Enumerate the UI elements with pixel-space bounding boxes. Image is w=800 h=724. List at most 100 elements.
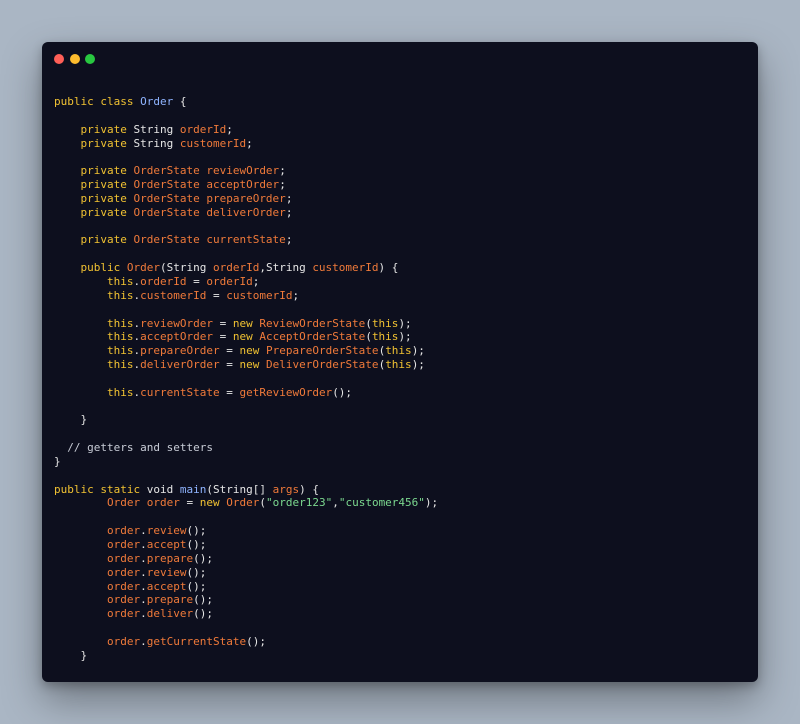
code-token: DeliverOrderState [265,358,379,372]
code-token: OrderState currentState [133,233,286,247]
code-token: orderId [206,274,253,288]
code-token: } [54,454,61,468]
code-token: this [106,274,134,288]
code-line: } [54,413,438,427]
code-token: private [80,136,134,150]
code-token: (); [193,607,213,621]
code-token: private [80,178,134,192]
code-token: ); [398,316,412,330]
code-token: Order order [106,496,180,510]
code-token: private [80,191,134,205]
code-token: OrderState acceptOrder [133,178,280,192]
code-token: prepare [146,551,194,565]
code-line: private OrderState acceptOrder; [54,178,438,192]
code-token: = [212,316,233,330]
code-token: getCurrentState [146,634,247,648]
code-token: = [219,344,240,358]
code-line: order.prepare(); [54,593,438,607]
code-line: order.accept(); [54,580,438,594]
code-token: = [219,385,240,399]
code-token: public [80,261,127,275]
code-token: customerId [226,288,293,302]
code-line: order.getCurrentState(); [54,635,438,649]
code-token: . [140,607,147,621]
code-token: PrepareOrderState [265,344,379,358]
code-token: ( [365,316,372,330]
code-token: } [54,413,88,427]
code-token: ); [424,496,439,510]
code-token: new [239,344,266,358]
code-token: private [80,205,134,219]
code-line: public static void main(String[] args) { [54,483,438,497]
code-token: new [239,358,266,372]
code-token: = [186,274,207,288]
code-token: ; [285,191,293,205]
code-token: orderId [179,122,227,136]
code-line: this.customerId = customerId; [54,289,438,303]
code-token: ; [285,233,293,247]
code-token: = [179,496,200,510]
code-line: public Order(String orderId,String custo… [54,261,438,275]
close-button[interactable] [54,54,64,64]
code-token: } [54,648,88,662]
code-token: . [140,579,147,593]
code-token: { [173,95,187,108]
code-line: public class Order { [54,95,438,109]
code-token: this [106,358,134,372]
code-token: order [106,538,141,551]
code-token: . [140,565,147,579]
code-token: public static [54,482,147,496]
code-token: ; [279,178,286,192]
maximize-button[interactable] [85,54,95,64]
code-line: this.currentState = getReviewOrder(); [54,386,438,400]
code-line: private OrderState deliverOrder; [54,206,438,220]
code-token: void [146,482,180,496]
code-token: public class [54,95,141,108]
code-token: review [146,565,187,579]
code-line: order.accept(); [54,538,438,552]
code-token: order [106,565,141,579]
code-token: order [106,551,141,565]
code-token: . [140,593,147,607]
code-token: this [106,330,134,344]
code-line: order.review(); [54,524,438,538]
code-token: ; [226,122,233,136]
code-token: (String [159,261,213,275]
code-token: this [385,344,412,358]
code-token: "customer456" [338,496,425,510]
code-token: acceptOrder [140,330,213,344]
code-token: (); [193,551,213,565]
code-token: ); [411,358,425,372]
minimize-button[interactable] [70,54,80,64]
code-line: private OrderState prepareOrder; [54,192,438,206]
code-token: deliver [146,607,194,621]
code-line: this.prepareOrder = new PrepareOrderStat… [54,344,438,358]
code-token: accept [146,538,187,551]
code-token: this [106,385,134,399]
code-token: Order [226,496,260,510]
code-token: = [212,330,233,344]
code-line: Order order = new Order("order123","cust… [54,496,438,510]
code-token: ReviewOrderState [259,316,366,330]
code-token: ) { [378,261,399,275]
code-token: getReviewOrder [239,385,333,399]
code-token: new [232,330,260,344]
code-token: private [80,164,134,178]
code-line: private String orderId; [54,123,438,137]
code-token: this [371,330,399,344]
